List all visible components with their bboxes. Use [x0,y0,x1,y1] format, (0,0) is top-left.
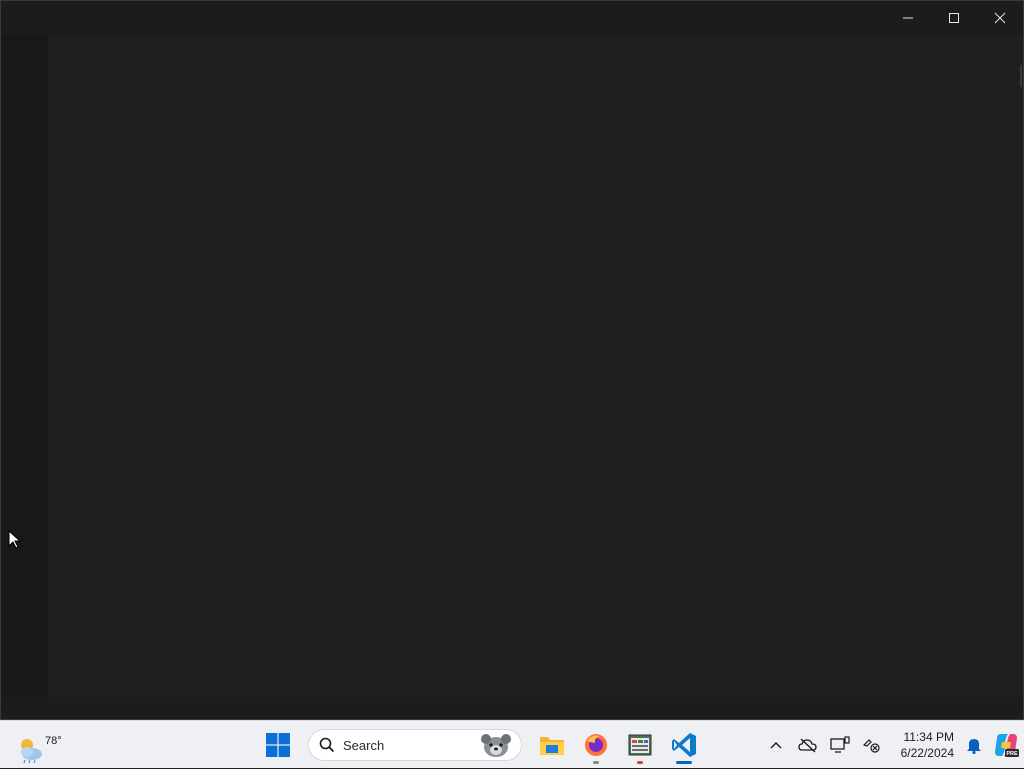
maximize-icon [949,13,959,23]
window-controls [885,1,1023,35]
chevron-up-icon [770,742,782,749]
activity-bar [1,35,48,699]
taskbar-file-explorer[interactable] [532,725,572,765]
folder-icon [540,737,564,755]
tray-overflow-button[interactable] [760,729,792,761]
running-indicator [593,761,599,764]
network-icon [862,739,880,753]
editor-area[interactable] [48,35,1023,699]
copilot-button[interactable]: PRE [990,729,1022,761]
taskbar-firefox[interactable] [576,725,616,765]
minimize-button[interactable] [885,1,931,35]
cloud-off-icon [798,738,817,753]
firefox-icon [585,734,607,756]
copilot-badge: PRE [1006,751,1018,757]
copilot-icon: PRE [995,734,1019,757]
windows-start-icon [266,733,290,757]
vscode-icon [672,733,696,757]
taskbar-apps: Search [256,721,706,769]
weather-widget[interactable]: 78° [14,727,62,764]
search-placeholder: Search [343,738,385,753]
mouse-cursor-icon [8,530,22,549]
partly-cloudy-icon [21,739,42,764]
taskbar-vscode[interactable] [664,725,704,765]
tray-onedrive[interactable] [792,729,824,761]
taskbar: 78° Search 11:34 PM 6/22/2024 PRE [0,720,1024,768]
editor-window [0,0,1024,720]
status-bar [1,697,1023,719]
taskbar-clock[interactable]: 11:34 PM 6/22/2024 [888,729,954,761]
title-bar[interactable] [1,1,1023,35]
running-indicator-active [676,761,692,764]
device-icon [830,736,850,753]
search-icon [319,737,335,753]
system-tray: 11:34 PM 6/22/2024 PRE [760,721,1024,769]
tray-device[interactable] [824,729,856,761]
tray-network[interactable] [856,729,888,761]
app-window-icon [628,734,652,756]
minimize-icon [903,17,913,19]
close-icon [994,12,1006,24]
clock-time: 11:34 PM [903,730,954,744]
notification-center-button[interactable] [958,729,990,761]
search-highlight-icon [481,734,511,757]
bell-icon [967,739,981,754]
weather-temperature: 78° [45,735,62,747]
close-button[interactable] [977,1,1023,35]
taskbar-search-box[interactable]: Search [308,729,522,761]
running-indicator [637,761,643,764]
start-button[interactable] [258,725,298,765]
clock-date: 6/22/2024 [900,746,954,760]
taskbar-app-window[interactable] [620,725,660,765]
scrollbar-thumb[interactable] [1020,65,1022,87]
maximize-button[interactable] [931,1,977,35]
